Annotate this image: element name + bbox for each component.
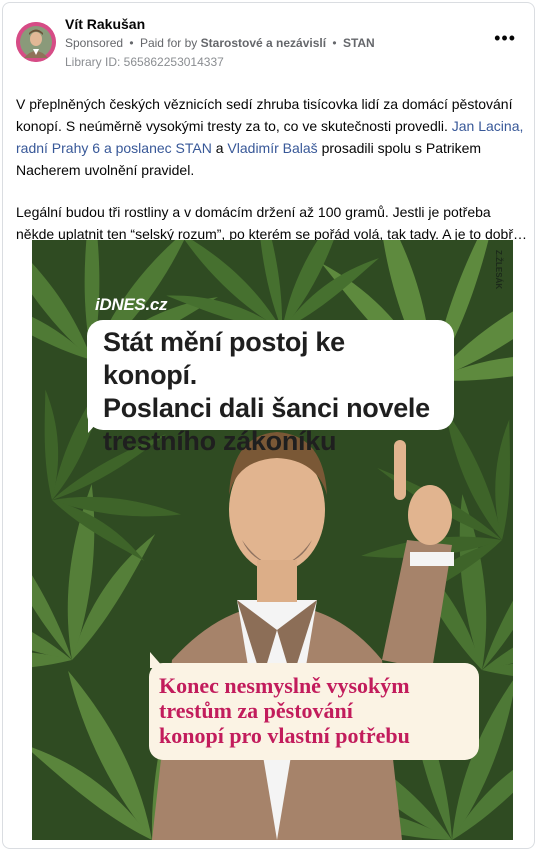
paragraph-2: Legální budou tři rostliny a v domácím d… bbox=[16, 201, 528, 245]
separator-dot: • bbox=[129, 36, 134, 50]
library-id: Library ID: 565862253014337 bbox=[65, 55, 224, 69]
ad-card: Vít Rakušan Sponsored • Paid for by Star… bbox=[2, 2, 535, 849]
author-avatar[interactable] bbox=[16, 22, 56, 62]
headline-line-3: trestního zákoníku bbox=[103, 426, 337, 456]
subline-line-3: konopí pro vlastní potřebu bbox=[159, 723, 410, 748]
sponsor-line: Sponsored • Paid for by Starostové a nez… bbox=[65, 36, 375, 50]
subline-line-1: Konec nesmyslně vysokým bbox=[159, 673, 410, 698]
headline-bubble-tail bbox=[88, 415, 104, 433]
subline-line-2: trestům za pěstování bbox=[159, 698, 353, 723]
paid-for-label: Paid for by bbox=[139, 36, 198, 50]
idnes-logo: iDNES.cz bbox=[95, 295, 168, 314]
headline-bubble: Stát mění postoj ke konopí. Poslanci dal… bbox=[87, 320, 454, 456]
separator-dot: • bbox=[332, 36, 337, 50]
photo-credit: Z.ŽLESÁK bbox=[494, 250, 503, 290]
author-name[interactable]: Vít Rakušan bbox=[65, 16, 145, 32]
more-options-icon[interactable]: ••• bbox=[494, 29, 516, 47]
subline-bubble: Konec nesmyslně vysokým trestům za pěsto… bbox=[149, 663, 479, 760]
ad-image[interactable]: Z.ŽLESÁK iDNES.cz Stát mění postoj ke ko… bbox=[32, 240, 513, 840]
mention-vladimir-balas[interactable]: Vladimír Balaš bbox=[227, 140, 317, 156]
headline-line-1: Stát mění postoj ke konopí. bbox=[103, 327, 345, 390]
headline-line-2: Poslanci dali šanci novele bbox=[103, 393, 430, 423]
sponsored-label: Sponsored bbox=[65, 36, 124, 50]
paragraph-1: V přeplněných českých věznicích sedí zhr… bbox=[16, 96, 524, 178]
payer-short-link[interactable]: STAN bbox=[343, 36, 375, 50]
payer-link[interactable]: Starostové a nezávislí bbox=[201, 36, 326, 50]
